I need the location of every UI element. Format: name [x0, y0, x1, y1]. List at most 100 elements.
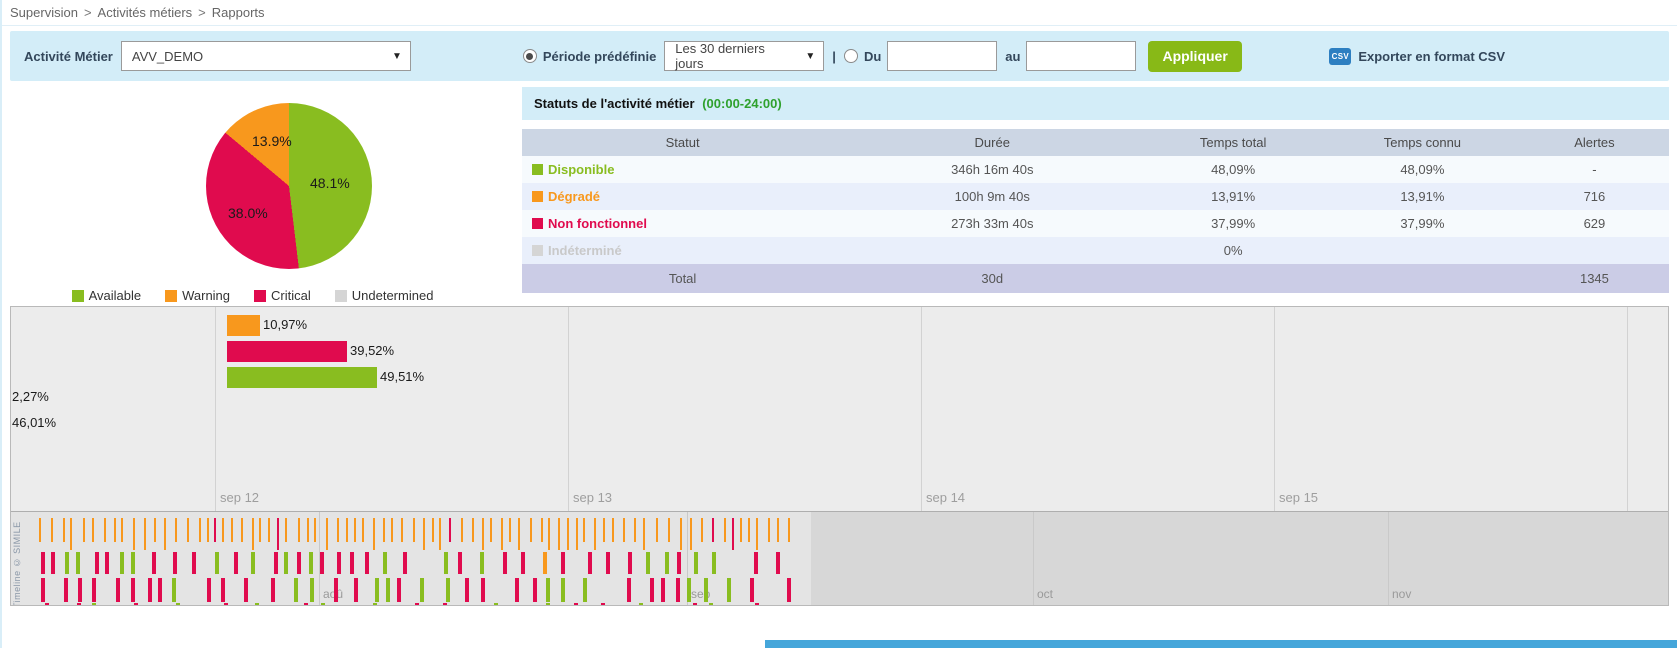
status-cell-duration: 346h 16m 40s [843, 156, 1141, 183]
separator: | [832, 49, 836, 64]
breadcrumb-rapports[interactable]: Rapports [212, 5, 265, 20]
status-cell-alerts [1520, 237, 1669, 264]
event-tick [415, 603, 419, 605]
day-gridline [1627, 307, 1628, 511]
event-tick [187, 518, 189, 542]
event-tick [661, 578, 665, 602]
status-cell-alerts: - [1520, 156, 1669, 183]
event-tick [740, 518, 742, 542]
event-tick [255, 603, 259, 605]
legend-item-critical: Critical [254, 288, 311, 303]
event-tick [530, 518, 532, 542]
simile-credit[interactable]: Timeline © SIMILE [12, 514, 22, 605]
report-content: 48.1% 38.0% 13.9% AvailableWarningCritic… [10, 87, 1669, 305]
event-tick [92, 578, 96, 602]
event-tick [383, 552, 387, 574]
activity-select[interactable]: AVV_DEMO ▼ [121, 41, 411, 71]
event-tick [148, 578, 152, 602]
event-tick [712, 518, 714, 542]
event-tick [51, 552, 55, 574]
event-tick [558, 518, 560, 550]
event-tick [401, 518, 403, 542]
event-tick [446, 578, 450, 602]
event-tick [320, 552, 324, 574]
horizontal-scrollbar[interactable] [765, 640, 1677, 648]
event-tick [176, 603, 180, 605]
col-alertes: Alertes [1520, 129, 1669, 156]
from-date-input[interactable] [887, 41, 997, 71]
col-temps-total: Temps total [1141, 129, 1325, 156]
event-tick [561, 552, 565, 574]
event-tick [788, 518, 790, 542]
month-label: oct [1037, 587, 1053, 601]
event-tick [583, 578, 587, 602]
event-tick [680, 518, 682, 550]
col-statut: Statut [522, 129, 843, 156]
custom-period-radio[interactable] [844, 49, 858, 63]
pie-legend: AvailableWarningCriticalUndetermined [10, 288, 495, 303]
col-duree: Durée [843, 129, 1141, 156]
status-cell-known: 37,99% [1325, 210, 1520, 237]
event-tick [277, 518, 279, 550]
event-tick [480, 552, 484, 574]
export-csv-link[interactable]: CSV Exporter en format CSV [1329, 48, 1505, 65]
legend-color-swatch [335, 290, 347, 302]
status-table-title-time: (00:00-24:00) [702, 96, 782, 111]
breadcrumb-supervision[interactable]: Supervision [10, 5, 78, 20]
radio-dot [526, 53, 533, 60]
pie-label-critical: 38.0% [228, 205, 268, 221]
event-tick [420, 578, 424, 602]
timeline-main-band[interactable]: 2,27% 46,01% sep 12sep 13sep 14sep 1510,… [11, 307, 1668, 511]
apply-button[interactable]: Appliquer [1148, 41, 1241, 72]
event-tick [362, 518, 364, 542]
event-tick [787, 578, 791, 602]
status-cell-label: Disponible [522, 156, 843, 183]
status-table: Statut Durée Temps total Temps connu Ale… [522, 129, 1669, 293]
status-cell-duration: 273h 33m 40s [843, 210, 1141, 237]
status-cell-known: 48,09% [1325, 156, 1520, 183]
event-tick [383, 518, 385, 542]
legend-color-swatch [165, 290, 177, 302]
event-tick [294, 578, 298, 602]
event-tick [756, 518, 758, 550]
event-tick [365, 552, 369, 574]
event-tick [533, 578, 537, 602]
period-select[interactable]: Les 30 derniers jours ▼ [664, 41, 824, 71]
day-gridline [1274, 307, 1275, 511]
event-tick [465, 578, 469, 602]
event-tick [224, 603, 228, 605]
to-date-input[interactable] [1026, 41, 1136, 71]
event-tick [603, 518, 605, 542]
to-label: au [1005, 49, 1020, 64]
predefined-period-label: Période prédéfinie [543, 49, 656, 64]
month-label: nov [1392, 587, 1411, 601]
event-tick [337, 552, 341, 574]
filter-bar: Activité Métier AVV_DEMO ▼ Période prédé… [10, 31, 1669, 81]
event-tick [665, 552, 669, 574]
event-tick [628, 552, 632, 574]
event-tick [120, 552, 124, 574]
event-tick [70, 518, 72, 550]
status-row-4: Indéterminé0% [522, 237, 1669, 264]
event-tick [472, 518, 474, 542]
event-tick [164, 518, 166, 550]
event-tick [231, 518, 233, 542]
event-tick [650, 578, 654, 602]
event-tick [606, 552, 610, 574]
event-tick [39, 518, 41, 542]
timeline-overview-band[interactable]: Timeline © SIMILE aoûsepoctnov [11, 511, 1668, 605]
event-tick [444, 552, 448, 574]
breadcrumb-activites-metiers[interactable]: Activités métiers [98, 5, 193, 20]
event-tick [712, 552, 716, 574]
status-table-panel: Statuts de l'activité métier (00:00-24:0… [522, 87, 1669, 305]
total-cell: Total [522, 264, 843, 293]
timeline-bar-critical [227, 341, 347, 362]
event-tick [298, 518, 300, 542]
predefined-period-radio[interactable] [523, 49, 537, 63]
day-label: sep 15 [1279, 490, 1318, 505]
event-tick [709, 603, 713, 605]
event-tick [121, 518, 123, 542]
event-tick [693, 603, 697, 605]
event-tick [241, 518, 243, 542]
event-tick [413, 518, 415, 542]
